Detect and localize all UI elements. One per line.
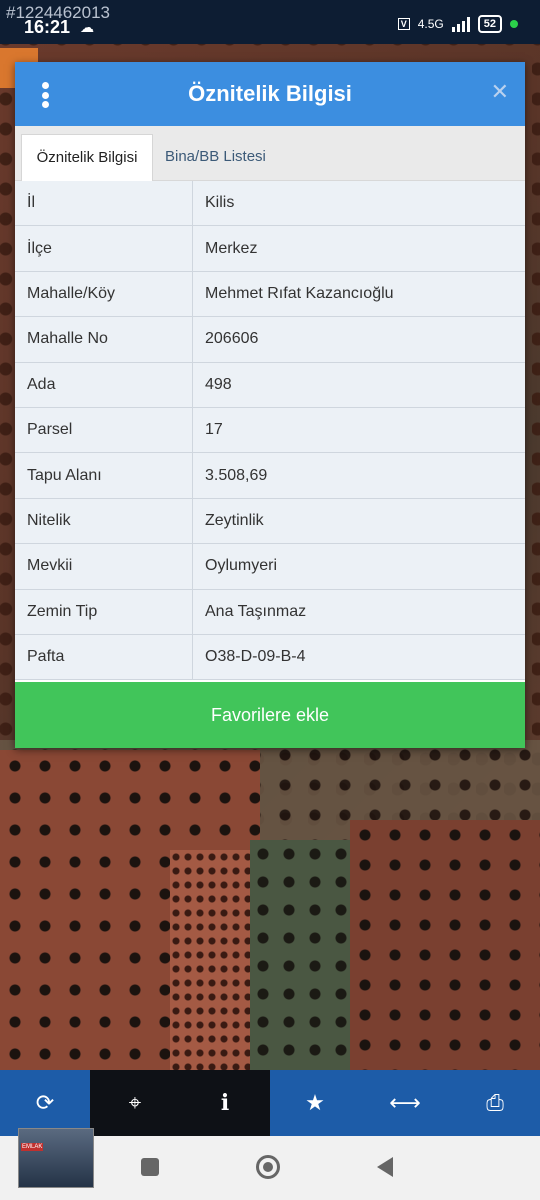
back-icon[interactable] [377,1157,393,1177]
measure-icon[interactable]: ⟷ [360,1070,450,1136]
attribute-key: İlçe [15,225,193,272]
tab-attribute-info[interactable]: Öznitelik Bilgisi [21,134,153,181]
map-field [350,820,540,1070]
volte-icon: V [397,18,410,30]
home-icon[interactable] [256,1155,280,1179]
attribute-value: Zeytinlik [192,498,525,545]
attribute-dialog: Öznitelik Bilgisi ✕ Öznitelik Bilgisi Bi… [15,62,525,748]
table-row: Nitelik Zeytinlik [15,498,525,545]
attribute-value: Ana Taşınmaz [192,589,525,635]
attribute-value: Kilis [192,181,525,227]
dialog-header: Öznitelik Bilgisi ✕ [15,62,525,126]
attribute-key: Mahalle No [15,316,193,363]
attribute-key: İl [15,181,193,227]
table-row: Parsel 17 [15,407,525,454]
table-row: Mahalle No 206606 [15,316,525,363]
tab-building-list[interactable]: Bina/BB Listesi [165,134,266,180]
star-icon[interactable]: ★ [270,1070,360,1136]
network-type: 4.5G [417,17,444,31]
attribute-value: 206606 [192,316,525,363]
close-icon[interactable]: ✕ [491,79,509,105]
recent-apps-icon[interactable] [141,1158,159,1176]
table-row: İlçe Merkez [15,225,525,272]
clock: 16:21 [24,17,71,37]
attribute-value: O38-D-09-B-4 [192,634,525,681]
locate-icon[interactable]: ⌖ [90,1070,180,1136]
map-field [250,840,360,1070]
table-row: Tapu Alanı 3.508,69 [15,452,525,499]
attribute-key: Mevkii [15,543,193,590]
attribute-value: 17 [192,407,525,454]
attribute-table: İl Kilis İlçe Merkez Mahalle/Köy Mehmet Rıfat… [15,181,525,681]
attribute-value: Merkez [192,225,525,272]
attribute-value: 498 [192,362,525,408]
table-row: İl Kilis [15,181,525,227]
status-dot [510,20,518,28]
add-favorite-button[interactable]: Favorilere ekle [15,682,525,748]
agency-logo: EMLAK [18,1128,94,1188]
bottom-toolbar: ⟳ ⌖ i ★ ⟷ ⎙ [0,1070,540,1136]
attribute-value: Oylumyeri [192,543,525,590]
attribute-value: 3.508,69 [192,452,525,499]
table-row: Zemin Tip Ana Taşınmaz [15,589,525,635]
cloud-icon: ☁ [80,19,94,35]
attribute-value: Mehmet Rıfat Kazancıoğlu [192,271,525,318]
info-icon[interactable]: i [180,1070,270,1136]
table-row: Ada 498 [15,362,525,408]
print-icon[interactable]: ⎙ [450,1070,540,1136]
table-row: Pafta O38-D-09-B-4 [15,634,525,681]
attribute-key: Nitelik [15,498,193,545]
attribute-key: Pafta [15,634,193,681]
dialog-title: Öznitelik Bilgisi [188,81,352,106]
attribute-key: Mahalle/Köy [15,271,193,318]
attribute-key: Parsel [15,407,193,454]
battery-icon: 52 [477,15,502,33]
attribute-key: Zemin Tip [15,589,193,635]
refresh-icon[interactable]: ⟳ [0,1070,90,1136]
status-bar: #1224462013 16:21 ☁ V 4.5G 52 [0,0,540,44]
attribute-key: Ada [15,362,193,408]
signal-icon [451,16,470,32]
table-row: Mevkii Oylumyeri [15,543,525,590]
map-field [170,850,250,1070]
tab-bar: Öznitelik Bilgisi Bina/BB Listesi [15,126,525,181]
attribute-key: Tapu Alanı [15,452,193,499]
table-row: Mahalle/Köy Mehmet Rıfat Kazancıoğlu [15,271,525,318]
